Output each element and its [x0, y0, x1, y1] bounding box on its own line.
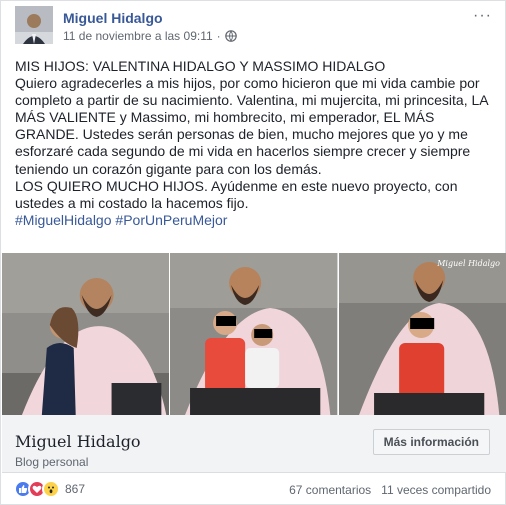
author-name[interactable]: Miguel Hidalgo [63, 10, 163, 26]
photo-panel-3: Miguel Hidalgo [338, 253, 506, 415]
author-avatar[interactable] [15, 6, 53, 44]
post-hashtags: #MiguelHidalgo #PorUnPeruMejor [15, 212, 501, 229]
post-text-body: Quiero agradecerles a mis hijos, por com… [15, 75, 488, 177]
post-text-title: MIS HIJOS: VALENTINA HIDALGO Y MASSIMO H… [15, 58, 386, 74]
photo-watermark: Miguel Hidalgo [437, 259, 500, 268]
globe-icon[interactable] [224, 30, 237, 42]
facebook-post: Miguel Hidalgo 11 de noviembre a las 09:… [0, 0, 506, 505]
post-stats: 67 comentarios 11 veces compartido [289, 483, 491, 497]
wow-icon [42, 480, 60, 498]
more-options-icon[interactable]: ··· [473, 7, 492, 25]
comments-count[interactable]: 67 comentarios [289, 483, 371, 497]
photo-panel-1 [2, 253, 170, 415]
post-timestamp[interactable]: 11 de noviembre a las 09:11 [63, 29, 213, 43]
reactions-summary[interactable]: 867 [14, 480, 85, 498]
more-info-button[interactable]: Más información [372, 429, 490, 455]
reaction-count[interactable]: 867 [65, 482, 85, 496]
shares-count[interactable]: 11 veces compartido [381, 483, 491, 497]
hashtag-miguelhidalgo[interactable]: #MiguelHidalgo [15, 212, 112, 228]
page-card: Miguel Hidalgo Blog personal Más informa… [2, 415, 506, 473]
post-text: MIS HIJOS: VALENTINA HIDALGO Y MASSIMO H… [15, 58, 501, 229]
post-photo[interactable]: Miguel Hidalgo [2, 253, 506, 415]
photo-panel-2 [170, 253, 338, 415]
page-card-subtitle: Blog personal [15, 455, 89, 469]
post-meta: 11 de noviembre a las 09:11 · [63, 29, 237, 43]
post-text-closing: LOS QUIERO MUCHO HIJOS. Ayúdenme en este… [15, 177, 458, 211]
meta-separator: · [216, 29, 221, 43]
hashtag-porunperumejor[interactable]: #PorUnPeruMejor [115, 212, 227, 228]
page-card-title[interactable]: Miguel Hidalgo [15, 432, 141, 451]
post-footer: 867 67 comentarios 11 veces compartido [1, 473, 506, 505]
